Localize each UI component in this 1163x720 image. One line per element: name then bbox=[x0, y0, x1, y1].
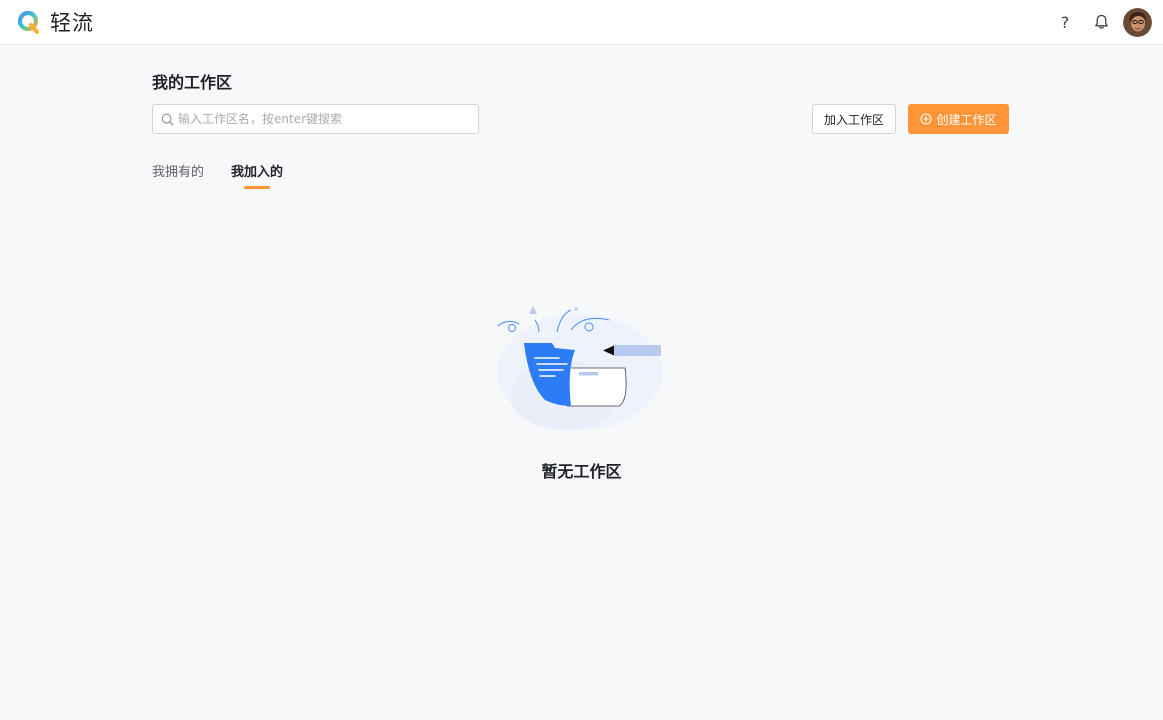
tab-joined[interactable]: 我加入的 bbox=[231, 161, 283, 180]
search-icon bbox=[161, 113, 174, 125]
q-logo-icon bbox=[17, 10, 39, 34]
join-workspace-button[interactable]: 加入工作区 bbox=[812, 104, 896, 134]
search-input[interactable] bbox=[178, 112, 468, 126]
create-workspace-label: 创建工作区 bbox=[936, 112, 997, 127]
top-navigation-bar: 轻流 ? bbox=[0, 0, 1163, 45]
active-tab-indicator bbox=[244, 186, 270, 189]
create-workspace-button[interactable]: 创建工作区 bbox=[908, 104, 1009, 134]
workspace-search[interactable] bbox=[152, 104, 479, 134]
user-avatar[interactable] bbox=[1123, 7, 1152, 37]
empty-state-message: 暂无工作区 bbox=[541, 462, 622, 481]
question-icon[interactable]: ? bbox=[1053, 10, 1077, 34]
plus-circle-icon bbox=[920, 113, 933, 125]
header-actions: ? bbox=[1053, 6, 1152, 38]
page-title: 我的工作区 bbox=[152, 73, 233, 92]
bell-icon[interactable] bbox=[1089, 10, 1113, 34]
help-glyph: ? bbox=[1060, 12, 1070, 32]
join-workspace-label: 加入工作区 bbox=[823, 112, 884, 127]
empty-state-illustration bbox=[495, 300, 665, 435]
app-name: 轻流 bbox=[50, 11, 94, 35]
tab-owned[interactable]: 我拥有的 bbox=[152, 161, 204, 180]
app-logo[interactable]: 轻流 bbox=[17, 8, 94, 36]
